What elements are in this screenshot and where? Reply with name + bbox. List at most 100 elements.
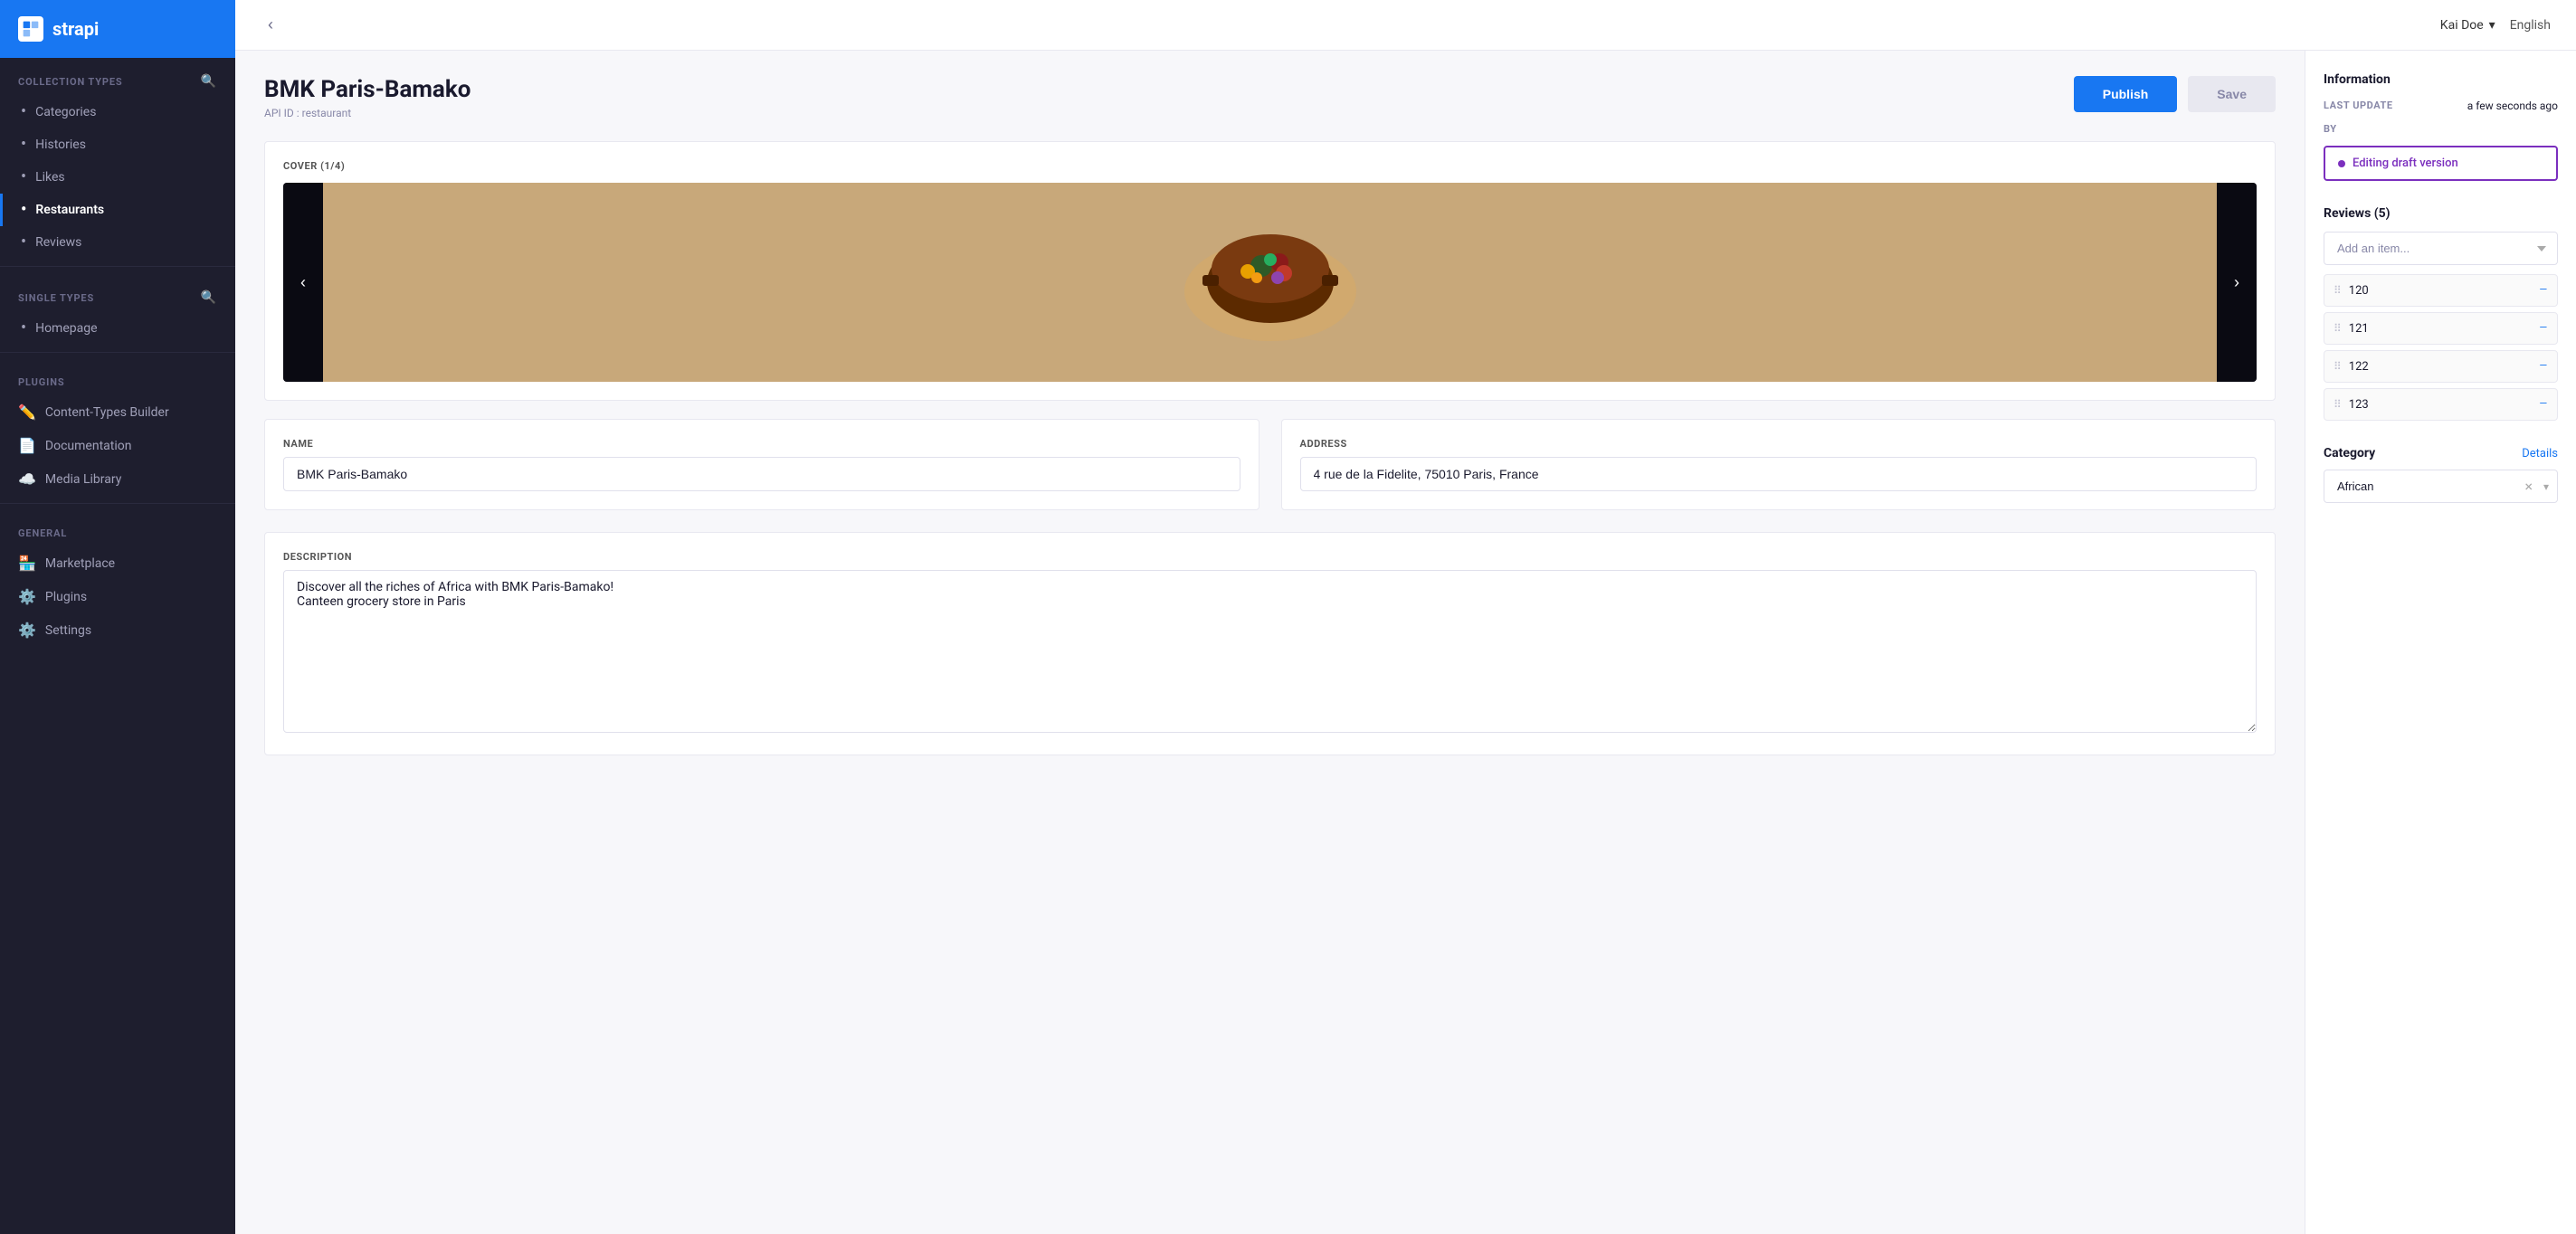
name-label: Name <box>283 438 1240 450</box>
sidebar-item-categories[interactable]: • Categories <box>0 96 235 128</box>
topbar-left: ‹ <box>261 12 280 38</box>
category-select[interactable]: African <box>2324 470 2558 503</box>
sidebar-item-homepage[interactable]: • Homepage <box>0 312 235 345</box>
drag-handle-icon[interactable]: ⠿ <box>2334 322 2342 335</box>
review-remove-120[interactable]: − <box>2539 282 2548 299</box>
carousel-prev-button[interactable]: ‹ <box>283 183 323 382</box>
category-clear-icon[interactable]: × <box>2524 478 2533 495</box>
header-actions: Publish Save <box>2074 76 2276 112</box>
address-label: Address <box>1300 438 2258 450</box>
user-menu[interactable]: Kai Doe ▾ <box>2440 18 2495 33</box>
name-section: Name <box>264 419 1259 510</box>
collection-types-header: Collection Types 🔍 <box>0 58 235 96</box>
category-select-wrap: African × ▾ <box>2324 470 2558 503</box>
sidebar: strapi Collection Types 🔍 • Categories •… <box>0 0 235 1234</box>
information-title: Information <box>2324 72 2558 87</box>
add-item-select[interactable]: Add an item... <box>2324 232 2558 265</box>
general-header: General <box>0 511 235 546</box>
sidebar-item-reviews[interactable]: • Reviews <box>0 226 235 259</box>
review-id-121: 121 <box>2349 322 2369 336</box>
sidebar-logo[interactable]: strapi <box>0 0 235 58</box>
collection-types-search-icon[interactable]: 🔍 <box>201 74 217 89</box>
category-title: Category <box>2324 446 2375 460</box>
drag-handle-icon[interactable]: ⠿ <box>2334 284 2342 297</box>
api-id-subtitle: API ID : restaurant <box>264 107 471 119</box>
information-section: Information LAST UPDATE a few seconds ag… <box>2324 72 2558 181</box>
content-area: BMK Paris-Bamako API ID : restaurant Pub… <box>235 51 2576 1234</box>
review-id-123: 123 <box>2349 398 2369 412</box>
cover-label: Cover (1/4) <box>283 160 2257 172</box>
publish-button[interactable]: Publish <box>2074 76 2178 112</box>
review-item-120: ⠿ 120 − <box>2324 274 2558 307</box>
sidebar-item-histories[interactable]: • Histories <box>0 128 235 161</box>
page-header: BMK Paris-Bamako API ID : restaurant Pub… <box>264 76 2276 119</box>
topbar-right: Kai Doe ▾ English <box>2440 18 2551 33</box>
review-item-121: ⠿ 121 − <box>2324 312 2558 345</box>
cover-section: Cover (1/4) ‹ <box>264 141 2276 401</box>
last-update-key: LAST UPDATE <box>2324 100 2393 111</box>
book-icon: 📄 <box>18 437 36 454</box>
carousel-next-button[interactable]: › <box>2217 183 2257 382</box>
category-section: Category Details African × ▾ <box>2324 446 2558 503</box>
last-update-value: a few seconds ago <box>2467 100 2558 112</box>
review-item-123: ⠿ 123 − <box>2324 388 2558 421</box>
category-details-link[interactable]: Details <box>2522 447 2558 460</box>
description-label: Description <box>283 551 2257 563</box>
sidebar-item-plugins[interactable]: ⚙️ Plugins <box>0 580 235 613</box>
main-wrapper: ‹ Kai Doe ▾ English BMK Paris-Bamako API… <box>235 0 2576 1234</box>
review-item-122: ⠿ 122 − <box>2324 350 2558 383</box>
draft-label: Editing draft version <box>2353 157 2458 170</box>
gear-icon: ⚙️ <box>18 622 36 639</box>
page-title-group: BMK Paris-Bamako API ID : restaurant <box>264 76 471 119</box>
store-icon: 🏪 <box>18 555 36 572</box>
save-button[interactable]: Save <box>2188 76 2276 112</box>
pencil-icon: ✏️ <box>18 403 36 421</box>
sidebar-divider-3 <box>0 503 235 504</box>
right-panel: Information LAST UPDATE a few seconds ag… <box>2305 51 2576 1234</box>
sidebar-item-likes[interactable]: • Likes <box>0 161 235 194</box>
sidebar-item-settings[interactable]: ⚙️ Settings <box>0 613 235 647</box>
sidebar-divider-1 <box>0 266 235 267</box>
sidebar-item-restaurants[interactable]: • Restaurants <box>0 194 235 226</box>
api-id-label: API ID : <box>264 107 299 119</box>
draft-dot <box>2338 160 2345 167</box>
language-selector[interactable]: English <box>2510 18 2551 33</box>
user-name: Kai Doe <box>2440 18 2484 33</box>
single-types-search-icon[interactable]: 🔍 <box>201 290 217 305</box>
drag-handle-icon[interactable]: ⠿ <box>2334 398 2342 411</box>
topbar: ‹ Kai Doe ▾ English <box>235 0 2576 51</box>
drag-handle-icon[interactable]: ⠿ <box>2334 360 2342 373</box>
app-name: strapi <box>52 18 99 40</box>
draft-badge: Editing draft version <box>2324 146 2558 181</box>
sidebar-item-media-library[interactable]: ☁️ Media Library <box>0 462 235 496</box>
cover-carousel: ‹ <box>283 183 2257 382</box>
address-input[interactable] <box>1300 457 2258 491</box>
sidebar-divider-2 <box>0 352 235 353</box>
form-grid: Name Address Description <box>264 419 2276 755</box>
carousel-image <box>323 183 2217 382</box>
sidebar-item-marketplace[interactable]: 🏪 Marketplace <box>0 546 235 580</box>
reviews-section: Reviews (5) Add an item... ⠿ 120 − ⠿ 121 <box>2324 206 2558 421</box>
chevron-down-icon: ▾ <box>2489 18 2495 33</box>
strapi-logo-icon <box>18 16 43 42</box>
single-types-header: Single Types 🔍 <box>0 274 235 312</box>
review-id-120: 120 <box>2349 284 2369 298</box>
cloud-icon: ☁️ <box>18 470 36 488</box>
review-remove-121[interactable]: − <box>2539 320 2548 337</box>
plugins-header: Plugins <box>0 360 235 395</box>
sidebar-item-content-types-builder[interactable]: ✏️ Content-Types Builder <box>0 395 235 429</box>
reviews-title: Reviews (5) <box>2324 206 2391 221</box>
page-title: BMK Paris-Bamako <box>264 76 471 103</box>
sidebar-item-documentation[interactable]: 📄 Documentation <box>0 429 235 462</box>
review-id-122: 122 <box>2349 360 2369 374</box>
by-row: BY <box>2324 123 2558 135</box>
description-section: Description <box>264 532 2276 755</box>
review-remove-123[interactable]: − <box>2539 396 2548 413</box>
name-input[interactable] <box>283 457 1240 491</box>
last-update-row: LAST UPDATE a few seconds ago <box>2324 100 2558 112</box>
grid-icon: ⚙️ <box>18 588 36 605</box>
review-remove-122[interactable]: − <box>2539 358 2548 375</box>
reviews-header: Reviews (5) <box>2324 206 2558 221</box>
back-button[interactable]: ‹ <box>261 12 280 38</box>
description-textarea[interactable] <box>283 570 2257 733</box>
